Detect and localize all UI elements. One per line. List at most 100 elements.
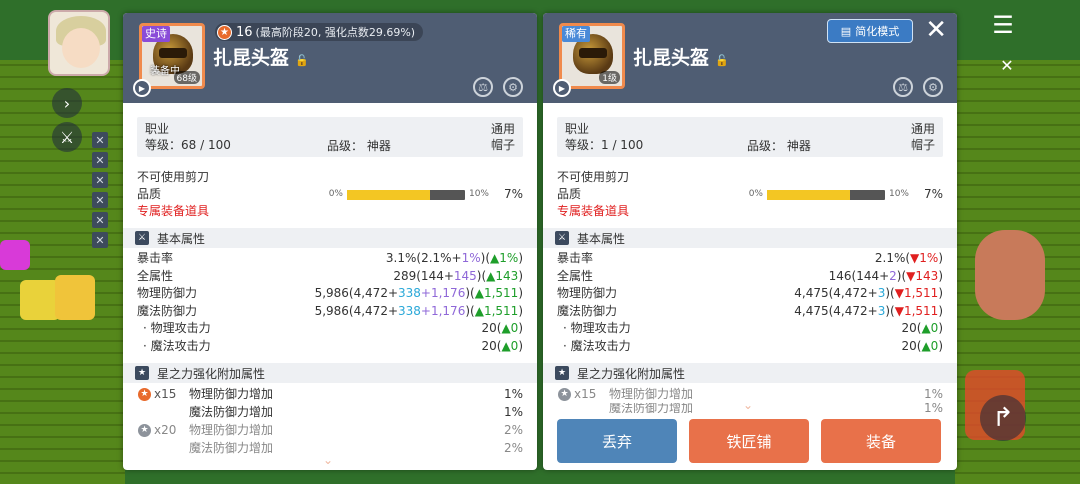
unlock-icon[interactable]: 🔓: [715, 54, 729, 67]
stat-label: 魔法防御力: [137, 303, 198, 318]
star-icon: ★: [217, 24, 232, 40]
stat-base: 4,475(4,472+: [794, 286, 878, 300]
item-name: 扎昆头盔 🔓: [213, 47, 309, 69]
stat-end: ): [518, 251, 523, 265]
character-avatar[interactable]: [48, 10, 110, 76]
close-icon[interactable]: ✕: [92, 132, 108, 148]
stat-row: · 物理攻击力 20(▲0): [137, 320, 523, 338]
play-icon[interactable]: ▶: [133, 79, 151, 97]
expand-arrow-button[interactable]: ›: [52, 88, 82, 118]
discard-button[interactable]: 丢弃: [557, 419, 677, 463]
star-tier-value: 1%: [503, 387, 523, 401]
scroll-down-icon[interactable]: ⌄: [741, 399, 755, 411]
left-hud: › ⚔ ✕ ✕ ✕ ✕ ✕ ✕: [0, 0, 120, 484]
stat-base: 20(: [481, 338, 502, 353]
settings-icon[interactable]: ⚙: [503, 77, 523, 97]
star-force-header: ★ 星之力强化附加属性: [543, 363, 957, 383]
star-icon: ★: [137, 386, 152, 402]
stat-row: 物理防御力 4,475(4,472+3)(▼1,511): [557, 285, 943, 303]
scale-icon[interactable]: ⚖: [473, 77, 493, 97]
exclusive-label: 专属装备道具: [557, 204, 630, 218]
stat-value: 146(144+2)(▼143): [829, 268, 943, 286]
stat-add: 1%: [461, 251, 481, 265]
quality-row: 品质 0% 10% 7%: [557, 187, 943, 201]
item-details: 职业 通用 等级：68 / 100 帽子 品级： 神器 不可使用剪刀 品质 0% 1…: [123, 103, 537, 457]
stat-delta: ▲0: [501, 338, 519, 353]
stat-delta: ▼143: [906, 268, 939, 283]
stat-label: · 魔法攻击力: [563, 338, 631, 353]
star-tier-label: 物理防御力增加: [189, 387, 274, 401]
star-tier-row: ★ x20 物理防御力增加 2%: [137, 421, 523, 439]
header-actions: ⚖ ⚙: [473, 77, 523, 97]
stat-label: 物理防御力: [137, 286, 198, 300]
stat-value: 3.1%(2.1%+1%)(▲1%): [386, 250, 523, 268]
quality-bar: [766, 189, 885, 200]
menu-icon[interactable]: ☰: [988, 10, 1018, 40]
stat-delta: ▼1%: [910, 251, 939, 265]
equipped-item-panel: 史诗 装备中 68级 ▶ ★ 16 (最高阶段20, 强化点数29.69%) 扎…: [123, 13, 537, 470]
star-detail: (最高阶段20, 强化点数29.69%): [255, 26, 416, 39]
stat-close: )(: [465, 303, 475, 318]
scale-icon[interactable]: ⚖: [893, 77, 913, 97]
stat-close: )(: [885, 286, 895, 300]
close-icon[interactable]: ✕: [92, 152, 108, 168]
item-details: 职业 通用 等级：1 / 100 帽子 品级： 神器 不可使用剪刀 品质 0% 10…: [543, 103, 957, 413]
stat-close: )(: [885, 303, 895, 318]
item-name: 扎昆头盔 🔓: [633, 47, 729, 69]
stat-value: 20(▲0): [481, 320, 523, 338]
stat-delta: ▼1,511: [894, 303, 939, 318]
info-box: 职业 通用 等级：1 / 100 帽子 品级： 神器: [557, 117, 943, 157]
stat-base: 20(: [901, 338, 922, 353]
close-icon[interactable]: ✕: [992, 50, 1022, 80]
stat-base: 5,986(4,472+: [314, 286, 399, 300]
stat-label: · 魔法攻击力: [143, 338, 211, 353]
rarity-badge: 史诗: [142, 26, 170, 42]
close-icon[interactable]: ✕: [92, 192, 108, 208]
grade-label: 品级： 神器: [327, 139, 391, 153]
close-icon[interactable]: ✕: [925, 17, 947, 43]
item-level-tag: 68级: [173, 71, 200, 84]
basic-attributes-header: ⚔ 基本属性: [123, 228, 537, 248]
star-count: 16: [236, 24, 253, 40]
stat-base: 3.1%(2.1%+: [385, 251, 462, 265]
scroll-down-icon[interactable]: ⌄: [321, 454, 335, 466]
stat-label: · 物理攻击力: [143, 321, 211, 335]
stat-close: )(: [465, 286, 475, 300]
unlock-icon[interactable]: 🔓: [295, 54, 309, 67]
star-tier-x: x20: [154, 423, 177, 437]
stat-row: 魔法防御力 5,986(4,472+338+1,176)(▲1,511): [137, 303, 523, 321]
stat-end: ): [518, 268, 523, 283]
info-box: 职业 通用 等级：68 / 100 帽子 品级： 神器: [137, 117, 523, 157]
close-icon[interactable]: ✕: [92, 212, 108, 228]
stat-label: 暴击率: [557, 251, 594, 265]
jump-arrow-icon[interactable]: ↱: [980, 395, 1026, 441]
basic-attributes-header: ⚔ 基本属性: [543, 228, 957, 248]
stat-delta: ▲1,511: [474, 286, 519, 300]
star-tier-count: ★ x20: [137, 421, 189, 439]
stat-base: 20(: [901, 321, 922, 335]
stat-delta: ▲143: [486, 268, 519, 283]
item-icon: 史诗 装备中 68级: [139, 23, 205, 89]
star-tier-row: ★ x15 物理防御力增加 1%: [137, 385, 523, 403]
stat-delta: ▲1,511: [474, 303, 519, 318]
equip-button[interactable]: 装备: [821, 419, 941, 463]
stat-row: 物理防御力 5,986(4,472+338+1,176)(▲1,511): [137, 285, 523, 303]
star-tier-value: 2%: [503, 423, 523, 437]
sword-icon[interactable]: ⚔: [52, 122, 82, 152]
blacksmith-button[interactable]: 铁匠铺: [689, 419, 809, 463]
settings-icon[interactable]: ⚙: [923, 77, 943, 97]
stat-delta: ▲0: [921, 338, 939, 353]
stat-end: ): [518, 338, 523, 353]
close-icon[interactable]: ✕: [92, 172, 108, 188]
star-icon: ★: [557, 386, 572, 402]
item-header: 史诗 装备中 68级 ▶ ★ 16 (最高阶段20, 强化点数29.69%) 扎…: [123, 13, 537, 103]
stat-row: · 魔法攻击力 20(▲0): [137, 338, 523, 356]
sword-icon: ⚔: [555, 231, 569, 245]
close-icon[interactable]: ✕: [92, 232, 108, 248]
stat-end: ): [938, 303, 943, 318]
play-icon[interactable]: ▶: [553, 79, 571, 97]
stat-row: 全属性 146(144+2)(▼143): [557, 268, 943, 286]
stat-add2: +1,176: [420, 303, 466, 318]
stat-label: 全属性: [137, 268, 174, 283]
simple-mode-button[interactable]: ▤ 简化模式: [827, 19, 913, 43]
